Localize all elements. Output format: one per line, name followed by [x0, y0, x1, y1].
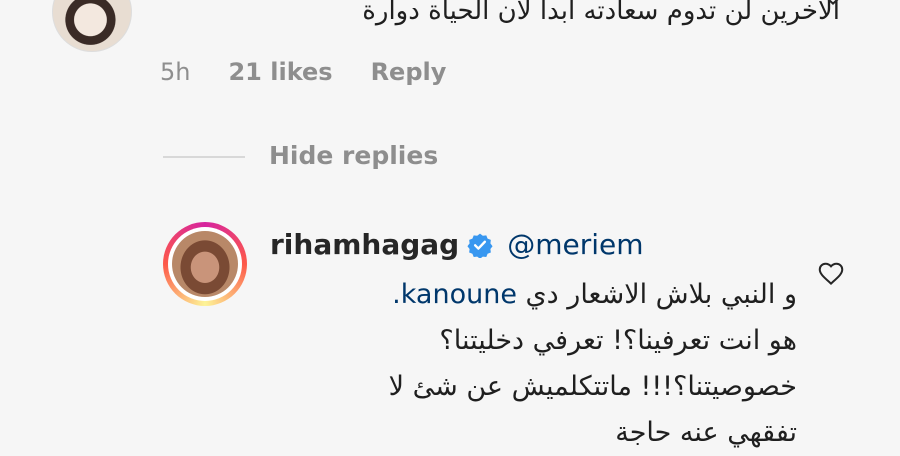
avatar[interactable]: [52, 0, 132, 52]
username-link[interactable]: rihamhagag: [270, 228, 459, 261]
comment-header: rihamhagag @meriem: [270, 228, 644, 261]
likes-count[interactable]: 21 likes: [228, 58, 332, 86]
reply-button[interactable]: Reply: [371, 58, 447, 86]
verified-badge-icon: [467, 233, 493, 258]
avatar-image: [172, 231, 238, 297]
comment-meta-row: 5h 21 likes Reply: [160, 55, 446, 89]
heart-icon[interactable]: [818, 0, 848, 8]
comment-text: و النبي بلاش الاشعار دي kanoune. هو انت …: [262, 272, 797, 456]
comment-line: و النبي بلاش الاشعار دي kanoune.: [262, 272, 797, 318]
replies-divider: [163, 156, 245, 158]
heart-icon[interactable]: [816, 258, 846, 288]
comment-line: تفقهي عنه حاجة: [615, 417, 797, 448]
avatar-border: [168, 227, 242, 301]
comment-line-text: و النبي بلاش الاشعار دي: [516, 279, 797, 310]
comment-timestamp: 5h: [160, 58, 191, 86]
mention-link[interactable]: kanoune.: [392, 279, 517, 310]
comment-line: هو انت تعرفينا؟! تعرفي دخليتنا؟: [439, 325, 797, 356]
mention-link[interactable]: @meriem: [507, 228, 643, 261]
avatar[interactable]: [163, 222, 247, 306]
hide-replies-button[interactable]: Hide replies: [269, 141, 438, 170]
comment-text: الآخرين لن تدوم سعادته أبدا لأن الحياة د…: [362, 0, 840, 26]
comment-line: خصوصيتنا؟!!! ماتتكلميش عن شئ لا: [388, 371, 797, 402]
